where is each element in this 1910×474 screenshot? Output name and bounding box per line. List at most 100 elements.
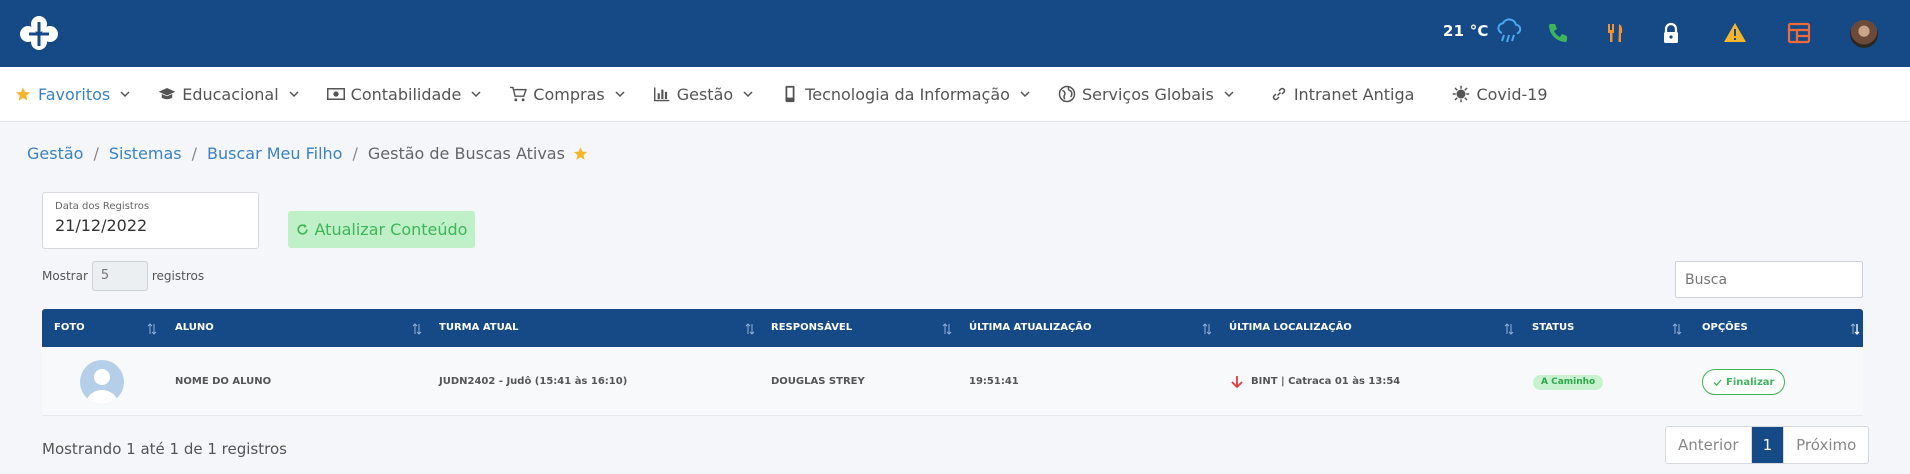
- nav-item-servicos-globais[interactable]: Serviços Globais: [1058, 85, 1234, 104]
- favorite-star-icon[interactable]: [573, 146, 588, 161]
- virus-icon: [1452, 85, 1470, 103]
- star-icon: [14, 85, 32, 103]
- status-badge: A Caminho: [1533, 375, 1604, 390]
- user-avatar[interactable]: [1850, 20, 1878, 48]
- refresh-icon: [296, 224, 308, 235]
- column-header-ultima-atualizacao[interactable]: ÚLTIMA ATUALIZAÇÃO: [969, 309, 1092, 347]
- chevron-down-icon: [743, 91, 753, 98]
- main-navbar: Favoritos Educacional Contabilidade Comp…: [0, 67, 1910, 122]
- update-content-button[interactable]: Atualizar Conteúdo: [288, 211, 475, 248]
- globe-icon: [1058, 85, 1076, 103]
- breadcrumb-gestao[interactable]: Gestão: [27, 144, 83, 163]
- chevron-down-icon: [1224, 91, 1234, 98]
- bar-chart-icon: [653, 85, 671, 103]
- cell-ultima-atualizacao: 19:51:41: [969, 376, 1019, 387]
- sort-desc-icon[interactable]: [1850, 323, 1860, 335]
- finalize-label: Finalizar: [1726, 376, 1775, 388]
- breadcrumb-sistemas[interactable]: Sistemas: [109, 144, 182, 163]
- cell-ultima-localizacao: BINT | Catraca 01 às 13:54: [1251, 376, 1401, 387]
- column-header-ultima-localizacao[interactable]: ÚLTIMA LOCALIZAÇÃO: [1229, 309, 1352, 347]
- breadcrumb-separator: /: [93, 144, 99, 163]
- breadcrumb-buscar-meu-filho[interactable]: Buscar Meu Filho: [207, 144, 342, 163]
- cart-icon: [509, 85, 528, 103]
- sort-icon[interactable]: [147, 323, 157, 335]
- student-photo: [80, 360, 124, 404]
- show-label: Mostrar: [42, 269, 88, 283]
- warning-icon[interactable]: [1723, 21, 1747, 45]
- sort-icon[interactable]: [745, 323, 755, 335]
- cell-aluno: NOME DO ALUNO: [175, 376, 272, 387]
- records-table: FOTO ALUNO TURMA ATUAL RESPONSÁVEL ÚLTIM…: [42, 309, 1863, 416]
- column-header-foto[interactable]: FOTO: [54, 309, 85, 347]
- sort-icon[interactable]: [1504, 323, 1514, 335]
- date-field-value[interactable]: 21/12/2022: [55, 216, 246, 235]
- user-placeholder-icon: [86, 369, 118, 404]
- layout-icon[interactable]: [1787, 21, 1811, 45]
- link-icon: [1270, 85, 1288, 103]
- lock-icon[interactable]: [1659, 21, 1683, 45]
- column-header-opcoes[interactable]: OPÇÕES: [1702, 309, 1748, 347]
- search-input[interactable]: [1675, 261, 1863, 298]
- chevron-down-icon: [471, 91, 481, 98]
- sort-icon[interactable]: [412, 323, 422, 335]
- pagination-page[interactable]: 1: [1750, 427, 1784, 463]
- column-header-responsavel[interactable]: RESPONSÁVEL: [771, 309, 852, 347]
- cell-responsavel: DOUGLAS STREY: [771, 376, 865, 387]
- chevron-down-icon: [1020, 91, 1030, 98]
- nav-item-contabilidade[interactable]: Contabilidade: [326, 85, 482, 104]
- rain-cloud-icon: [1496, 18, 1521, 43]
- nav-item-label: Educacional: [182, 84, 279, 104]
- nav-item-favoritos[interactable]: Favoritos: [14, 85, 130, 104]
- update-content-label: Atualizar Conteúdo: [314, 220, 468, 239]
- page-length-select[interactable]: 5: [91, 261, 148, 291]
- check-icon: [1713, 378, 1722, 386]
- nav-item-label: Favoritos: [38, 84, 111, 104]
- breadcrumb-separator: /: [352, 144, 358, 163]
- nav-item-label: Covid-19: [1476, 84, 1548, 104]
- chevron-down-icon: [615, 91, 625, 98]
- finalize-button[interactable]: Finalizar: [1702, 369, 1786, 395]
- table-header: FOTO ALUNO TURMA ATUAL RESPONSÁVEL ÚLTIM…: [42, 309, 1863, 347]
- chevron-down-icon: [120, 91, 130, 98]
- top-bar: 21 °C: [0, 0, 1910, 67]
- money-icon: [326, 85, 345, 103]
- table-row: NOME DO ALUNO JUDN2402 - Judô (15:41 às …: [42, 347, 1863, 416]
- cell-turma: JUDN2402 - Judô (15:41 às 16:10): [439, 376, 628, 387]
- weather-widget[interactable]: 21 °C: [1443, 18, 1523, 44]
- phone-icon[interactable]: [1546, 21, 1570, 45]
- nav-item-label: Tecnologia da Informação: [805, 84, 1010, 104]
- pagination: Anterior 1 Próximo: [1665, 426, 1870, 464]
- restaurant-icon[interactable]: [1604, 21, 1628, 45]
- column-header-aluno[interactable]: ALUNO: [175, 309, 214, 347]
- sort-icon[interactable]: [1202, 323, 1212, 335]
- nav-item-compras[interactable]: Compras: [509, 84, 625, 104]
- breadcrumb: Gestão / Sistemas / Buscar Meu Filho / G…: [27, 144, 588, 163]
- pagination-previous[interactable]: Anterior: [1666, 427, 1751, 463]
- page-length-control: Mostrar 5 registros: [42, 261, 204, 291]
- nav-item-label: Serviços Globais: [1081, 84, 1214, 104]
- mobile-icon: [781, 85, 799, 103]
- sort-icon[interactable]: [1672, 323, 1682, 335]
- breadcrumb-separator: /: [191, 144, 198, 163]
- records-label: registros: [151, 269, 205, 283]
- page-title: Gestão de Buscas Ativas: [367, 144, 565, 163]
- date-field[interactable]: Data dos Registros 21/12/2022: [42, 192, 259, 249]
- nav-item-covid[interactable]: Covid-19: [1452, 84, 1548, 104]
- nav-item-intranet-antiga[interactable]: Intranet Antiga: [1270, 84, 1415, 104]
- chevron-down-icon: [289, 91, 299, 98]
- nav-item-label: Intranet Antiga: [1293, 84, 1415, 104]
- table-info: Mostrando 1 até 1 de 1 registros: [42, 440, 287, 458]
- nav-item-label: Compras: [533, 84, 605, 104]
- column-header-turma[interactable]: TURMA ATUAL: [439, 309, 519, 347]
- nav-item-educacional[interactable]: Educacional: [158, 84, 299, 104]
- graduation-cap-icon: [158, 85, 176, 103]
- logo[interactable]: [16, 14, 62, 54]
- column-header-status[interactable]: STATUS: [1532, 309, 1574, 347]
- arrow-down-icon: [1231, 376, 1243, 389]
- nav-item-label: Gestão: [676, 84, 734, 104]
- nav-item-ti[interactable]: Tecnologia da Informação: [781, 85, 1030, 104]
- nav-item-gestao[interactable]: Gestão: [653, 85, 753, 104]
- temperature: 21 °C: [1443, 22, 1489, 40]
- pagination-next[interactable]: Próximo: [1783, 427, 1868, 463]
- sort-icon[interactable]: [942, 323, 952, 335]
